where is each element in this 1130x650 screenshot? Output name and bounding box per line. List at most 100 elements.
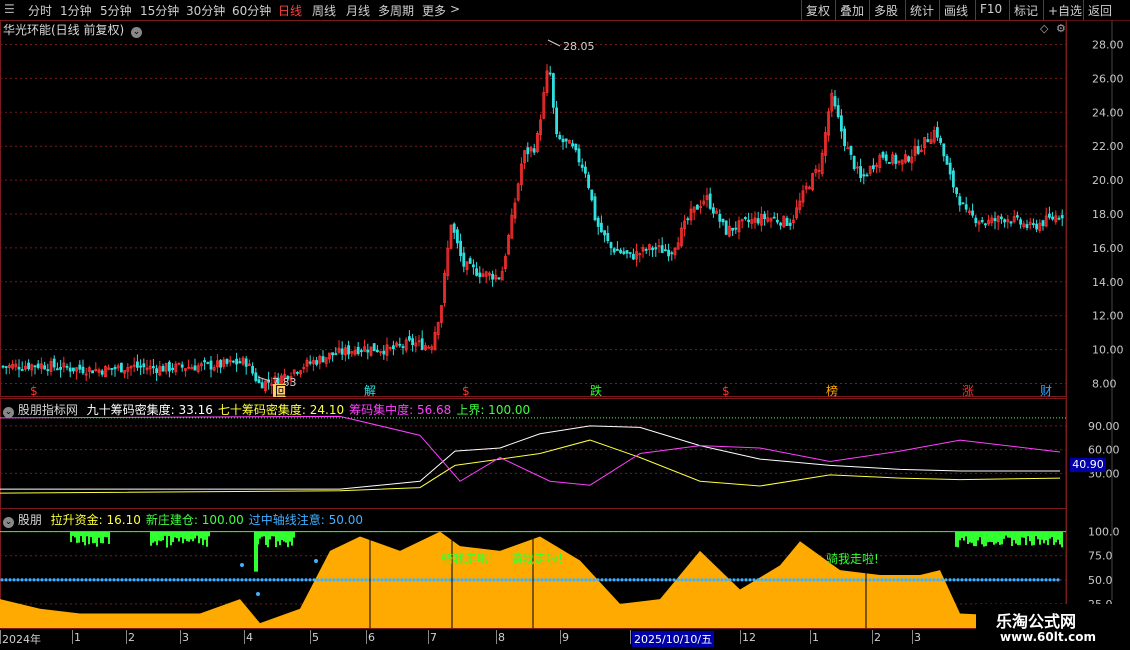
- date-tick: [366, 630, 367, 644]
- candle-body: [382, 350, 386, 355]
- build-bar: [1021, 531, 1023, 538]
- axis-dot: [152, 578, 156, 582]
- y-tick-label: 16.00: [1092, 242, 1124, 255]
- chevron-down-icon[interactable]: ⌄: [3, 407, 14, 418]
- date-tick: [428, 630, 429, 644]
- axis-dot: [396, 578, 400, 582]
- axis-dot: [604, 578, 608, 582]
- date-tick: [0, 630, 1, 644]
- legend-item-2: 过中轴线注意: 50.00: [248, 513, 363, 527]
- axis-dot: [512, 578, 516, 582]
- candle-body: [1003, 219, 1006, 223]
- candle-body: [244, 358, 248, 367]
- build-bar: [263, 531, 265, 537]
- axis-dot: [988, 578, 992, 582]
- axis-dot: [772, 578, 776, 582]
- axis-dot: [308, 578, 312, 582]
- candle-body: [571, 143, 574, 147]
- build-bar: [170, 531, 172, 546]
- candle-body: [916, 146, 920, 154]
- candle-body: [1051, 216, 1054, 220]
- build-bar: [194, 531, 196, 539]
- date-label: 6: [368, 631, 375, 644]
- candle-body: [193, 365, 197, 371]
- axis-dot: [76, 578, 80, 582]
- build-bar: [178, 531, 180, 542]
- candle-body: [526, 147, 530, 155]
- candle-body: [779, 222, 782, 226]
- candle-body: [593, 196, 597, 221]
- candle-body: [171, 367, 175, 370]
- axis-dot: [684, 578, 688, 582]
- candle-body: [491, 273, 495, 280]
- axis-dot: [400, 578, 404, 582]
- axis-dot: [748, 578, 752, 582]
- build-bar: [291, 531, 293, 546]
- axis-dot: [1028, 578, 1032, 582]
- candle-body: [590, 189, 594, 201]
- indicator1-title: ⌄ 股朋指标网 九十筹码密集度: 33.16 七十筹码密集度: 24.10 筹码集中…: [3, 401, 530, 418]
- axis-dot: [208, 578, 212, 582]
- axis-dot: [892, 578, 896, 582]
- build-bar: [202, 531, 204, 546]
- date-tick: [126, 630, 127, 644]
- build-bar: [200, 531, 202, 539]
- axis-dot: [600, 578, 604, 582]
- candle-body: [238, 361, 242, 364]
- build-bar: [1055, 531, 1057, 543]
- axis-dot: [20, 578, 24, 582]
- candle-body: [321, 356, 325, 363]
- candle-body: [56, 368, 59, 371]
- candle-body: [587, 174, 590, 188]
- build-bar: [1025, 531, 1027, 546]
- candle-body: [664, 249, 667, 252]
- axis-dot: [288, 578, 292, 582]
- build-bar: [265, 531, 267, 545]
- axis-dot: [932, 578, 936, 582]
- candle-body: [1060, 215, 1064, 219]
- build-bar: [96, 531, 98, 547]
- build-bar: [158, 531, 160, 541]
- axis-dot: [448, 578, 452, 582]
- candle-body: [72, 367, 75, 372]
- candle-body: [561, 138, 565, 143]
- candle-body: [564, 138, 568, 142]
- build-bar: [76, 531, 78, 543]
- build-bar: [1049, 531, 1051, 539]
- chevron-down-icon[interactable]: ⌄: [3, 517, 14, 528]
- axis-dot: [928, 578, 932, 582]
- y-tick-label: 50.0: [1088, 574, 1113, 587]
- candle-body: [1019, 219, 1022, 225]
- candle-body: [401, 346, 405, 348]
- axis-dot: [552, 578, 556, 582]
- build-bar: [186, 531, 188, 542]
- build-bar: [180, 531, 182, 538]
- candle-body: [721, 218, 725, 223]
- candle-body: [1016, 215, 1019, 218]
- axis-dot: [272, 578, 276, 582]
- kline-chart-canvas[interactable]: 8.00 10.00 12.00 14.00 16.00 18.00 20.00 22.00 2…: [0, 0, 1130, 650]
- axis-dot: [964, 578, 968, 582]
- axis-dot: [88, 578, 92, 582]
- candle-body: [948, 162, 952, 175]
- y-tick-label: 12.00: [1092, 310, 1124, 323]
- axis-dot: [560, 578, 564, 582]
- axis-dot: [148, 578, 152, 582]
- axis-dot: [896, 578, 900, 582]
- axis-dot: [1004, 578, 1008, 582]
- candle-body: [596, 217, 600, 227]
- y-tick-label: 20.00: [1092, 174, 1124, 187]
- build-bar: [271, 531, 273, 537]
- axis-dot: [444, 578, 448, 582]
- build-bar: [192, 531, 194, 542]
- date-tick: [72, 630, 73, 644]
- axis-dot: [692, 578, 696, 582]
- axis-dot: [816, 578, 820, 582]
- axis-dot: [468, 578, 472, 582]
- axis-dot: [992, 578, 996, 582]
- candle-body: [1, 365, 5, 368]
- candle-body: [100, 370, 104, 375]
- candle-body: [231, 360, 235, 363]
- axis-dot: [488, 578, 492, 582]
- date-tick: [630, 630, 631, 644]
